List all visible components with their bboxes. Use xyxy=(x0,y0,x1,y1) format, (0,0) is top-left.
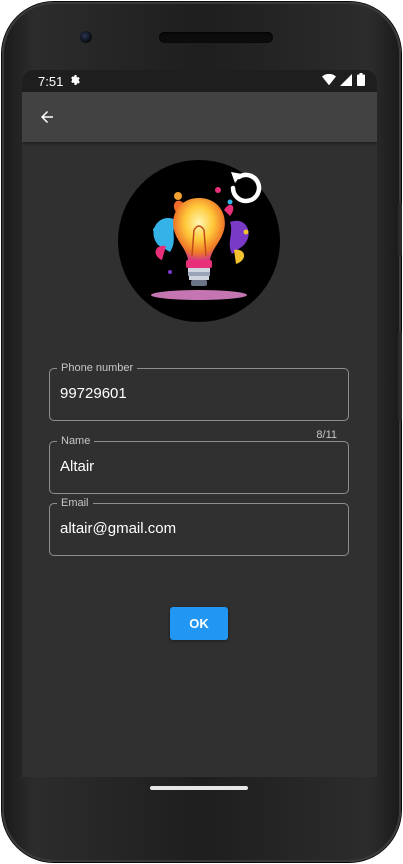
status-bar: 7:51 xyxy=(22,70,377,92)
ok-button[interactable]: OK xyxy=(170,607,228,640)
volume-button xyxy=(398,332,402,422)
profile-content: Phone number 99729601 8/11 Name Altair E… xyxy=(22,142,377,777)
power-button xyxy=(398,202,402,256)
refresh-button[interactable] xyxy=(222,164,268,210)
app-bar xyxy=(22,92,377,142)
signal-icon xyxy=(340,73,352,89)
name-field[interactable]: Name Altair xyxy=(49,434,349,494)
earpiece-speaker xyxy=(159,32,273,43)
settings-icon xyxy=(69,74,81,89)
status-time: 7:51 xyxy=(38,73,64,89)
email-field[interactable]: Email altair@gmail.com xyxy=(49,496,349,556)
phone-label: Phone number xyxy=(57,361,138,375)
refresh-icon xyxy=(230,172,262,204)
email-label: Email xyxy=(57,496,93,510)
wifi-icon xyxy=(322,73,336,89)
arrow-back-icon xyxy=(41,111,53,123)
home-indicator[interactable] xyxy=(150,786,248,790)
app-screen: 7:51 Phone number 99729601 8/11 Name Alt… xyxy=(22,70,377,777)
phone-value: 99729601 xyxy=(60,385,127,402)
back-button[interactable] xyxy=(36,106,58,128)
phone-field[interactable]: Phone number 99729601 xyxy=(49,361,349,421)
name-char-counter: 8/11 xyxy=(316,429,337,441)
email-value: altair@gmail.com xyxy=(60,520,177,537)
name-label: Name xyxy=(57,434,95,448)
name-value: Altair xyxy=(60,458,95,475)
front-camera xyxy=(80,31,92,43)
battery-icon xyxy=(357,73,365,89)
